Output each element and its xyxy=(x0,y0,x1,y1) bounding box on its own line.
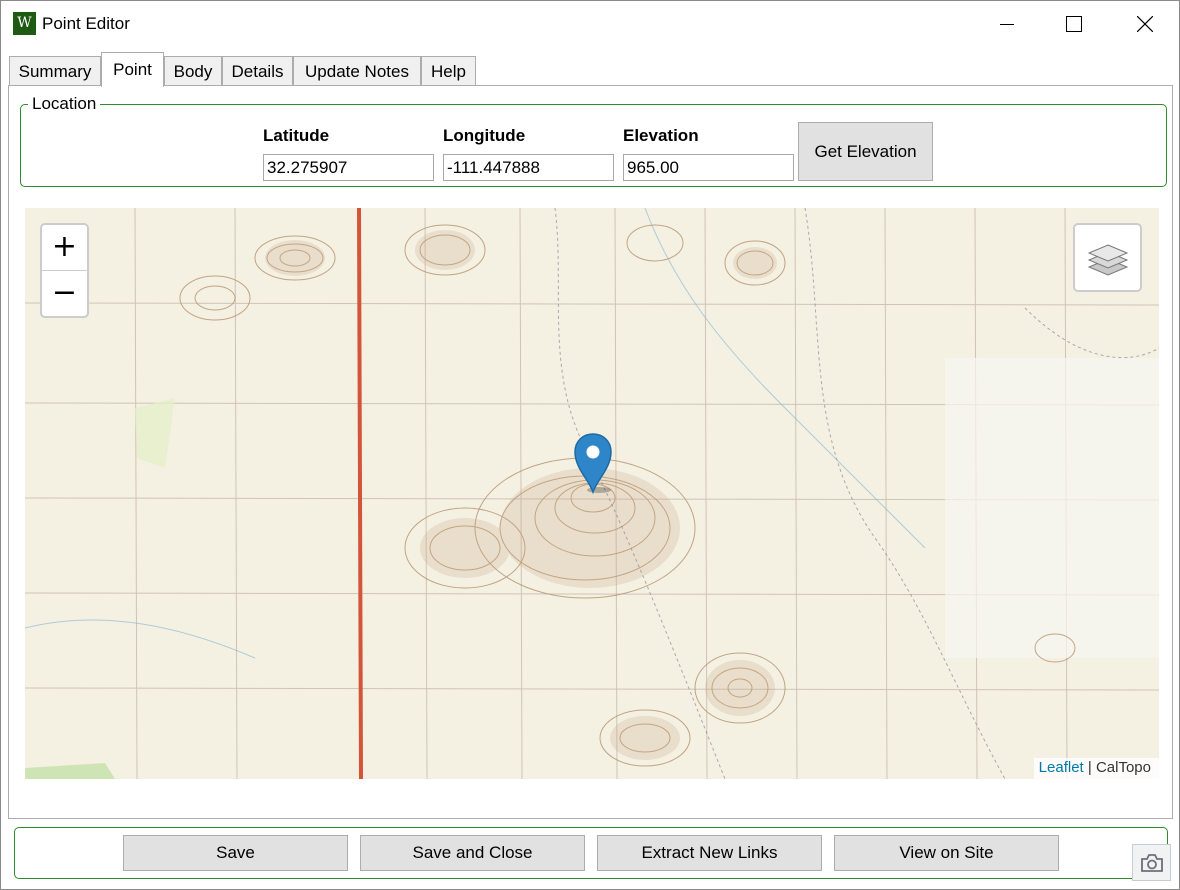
point-editor-window: W Point Editor Summary Point Body Detail… xyxy=(0,0,1180,890)
zoom-control: + − xyxy=(40,223,89,318)
app-icon: W xyxy=(13,12,36,35)
get-elevation-button[interactable]: Get Elevation xyxy=(798,122,933,181)
attribution-provider: CalTopo xyxy=(1095,759,1151,776)
extract-new-links-button[interactable]: Extract New Links xyxy=(597,835,822,871)
zoom-out-button[interactable]: − xyxy=(42,271,87,316)
leaflet-link[interactable]: Leaflet xyxy=(1039,759,1084,776)
tab-summary[interactable]: Summary xyxy=(9,56,101,85)
save-and-close-button[interactable]: Save and Close xyxy=(360,835,585,871)
camera-icon xyxy=(1140,853,1163,872)
title-bar: W Point Editor xyxy=(1,1,1179,47)
elevation-label: Elevation xyxy=(623,126,699,145)
tab-help[interactable]: Help xyxy=(421,56,476,85)
location-legend: Location xyxy=(28,94,101,114)
view-on-site-button[interactable]: View on Site xyxy=(834,835,1059,871)
close-icon xyxy=(1137,16,1153,32)
tab-body[interactable]: Body xyxy=(164,56,222,85)
save-button[interactable]: Save xyxy=(123,835,348,871)
maximize-icon xyxy=(1066,16,1082,32)
tab-update-notes[interactable]: Update Notes xyxy=(293,56,421,85)
minimize-button[interactable] xyxy=(984,1,1030,47)
close-button[interactable] xyxy=(1122,1,1168,47)
topo-map[interactable]: + − Leaflet | CalTopo xyxy=(25,208,1159,779)
elevation-input[interactable]: 965.00 xyxy=(623,154,794,181)
layers-icon xyxy=(1087,243,1128,276)
screenshot-button[interactable] xyxy=(1132,844,1171,881)
zoom-in-button[interactable]: + xyxy=(42,225,87,271)
window-title: Point Editor xyxy=(42,14,130,33)
latitude-input[interactable]: 32.275907 xyxy=(263,154,434,181)
longitude-label: Longitude xyxy=(443,126,526,145)
location-marker-icon[interactable] xyxy=(573,432,613,494)
maximize-button[interactable] xyxy=(1051,1,1097,47)
longitude-input[interactable]: -111.447888 xyxy=(443,154,614,181)
layers-button[interactable] xyxy=(1073,223,1142,292)
tab-point[interactable]: Point xyxy=(101,52,164,87)
attribution-separator: | xyxy=(1083,759,1096,776)
app-icon-letter: W xyxy=(17,15,32,31)
latitude-label: Latitude xyxy=(263,126,330,145)
map-attribution: Leaflet | CalTopo xyxy=(1033,758,1159,779)
minimize-icon xyxy=(1000,24,1014,25)
tab-details[interactable]: Details xyxy=(222,56,293,85)
